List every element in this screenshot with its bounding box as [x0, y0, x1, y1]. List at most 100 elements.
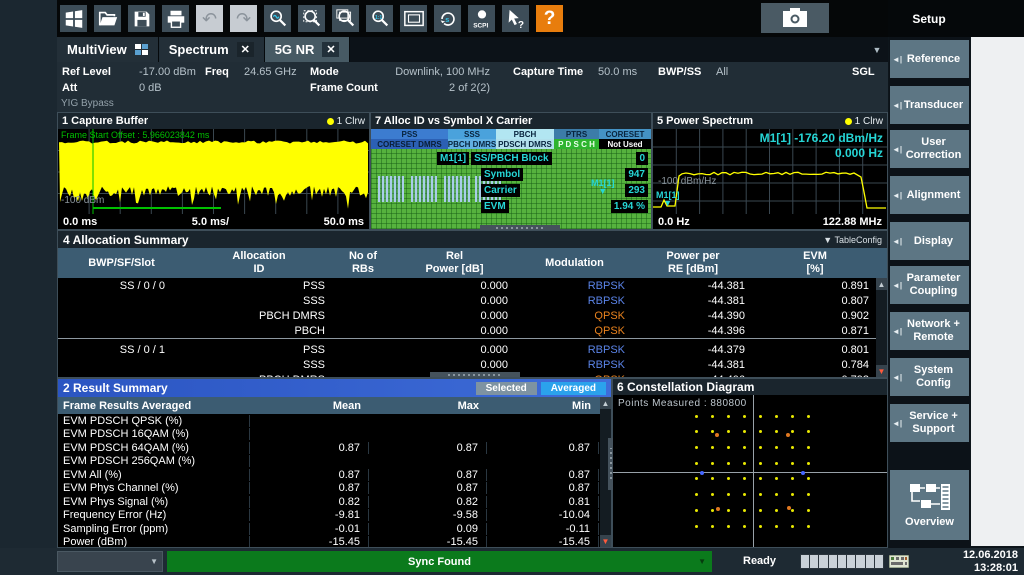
tab-spectrum[interactable]: Spectrum ✕: [159, 37, 265, 62]
result-row[interactable]: EVM Phys Signal (%)0.820.820.81: [58, 495, 611, 509]
softkey-label: Alignment: [907, 189, 961, 202]
close-icon[interactable]: ✕: [237, 42, 254, 57]
scroll-up-icon[interactable]: ▲: [876, 278, 887, 290]
softkey-alignment[interactable]: ◄|Alignment: [890, 176, 969, 214]
redo-icon[interactable]: ↷: [230, 5, 257, 32]
softkey-user-correction[interactable]: ◄|User Correction: [890, 130, 969, 168]
panel-title-bar[interactable]: 5 Power Spectrum 1 Clrw: [653, 113, 887, 129]
alloc-grid-plot[interactable]: M1[1] SS/PBCH Block 0 Symbol 947 Carrier…: [371, 149, 651, 229]
averaged-button[interactable]: Averaged: [541, 382, 606, 395]
level-gridline-label: -100 dBm: [61, 195, 104, 206]
allocation-row[interactable]: SS / 0 / 1PSS0.000RBPSK-44.3790.801: [58, 342, 887, 357]
tab-5g-nr[interactable]: 5G NR ✕: [265, 37, 351, 62]
constellation-point: [727, 509, 730, 512]
result-row[interactable]: EVM All (%)0.870.870.87: [58, 468, 611, 482]
cell: 0.891: [753, 280, 877, 292]
sync-status-bar[interactable]: Sync Found ▼: [167, 551, 712, 572]
panel-title-bar[interactable]: 1 Capture Buffer 1 Clrw: [58, 113, 369, 129]
constellation-point: [807, 509, 810, 512]
scroll-down-icon[interactable]: ▼: [600, 535, 611, 547]
svg-text:?: ?: [517, 20, 523, 30]
marker-flag[interactable]: M1[1]▼: [656, 191, 680, 207]
panel-title-bar[interactable]: 7 Alloc ID vs Symbol X Carrier: [371, 113, 651, 129]
constellation-point: [807, 525, 810, 528]
save-icon[interactable]: [128, 5, 155, 32]
softkey-display[interactable]: ◄|Display: [890, 222, 969, 260]
column-header[interactable]: Min: [487, 400, 599, 412]
panel-title-bar[interactable]: 4 Allocation Summary ▼ TableConfig: [58, 231, 887, 248]
panel-title-bar[interactable]: 6 Constellation Diagram: [613, 379, 887, 395]
open-file-icon[interactable]: [94, 5, 121, 32]
marker-flag[interactable]: M1[1]▼: [591, 179, 615, 195]
scroll-down-icon[interactable]: ▼: [876, 365, 887, 377]
softkey-transducer[interactable]: ◄|Transducer: [890, 86, 969, 124]
column-header[interactable]: Mean: [250, 400, 369, 412]
setting-value[interactable]: Downlink, 100 MHz: [57, 66, 490, 78]
setting-value[interactable]: All: [716, 66, 728, 78]
softkey-system-config[interactable]: ◄|System Config: [890, 358, 969, 396]
allocation-row[interactable]: PBCH0.000QPSK-44.3960.871: [58, 323, 887, 339]
scroll-up-icon[interactable]: ▲: [600, 397, 611, 409]
result-row[interactable]: Power (dBm)-15.45-15.45-15.45: [58, 536, 611, 549]
allocation-table-scrollbar[interactable]: ▲ ▼: [876, 278, 887, 377]
allocation-row[interactable]: SSS0.000RBPSK-44.3810.807: [58, 293, 887, 308]
sequencer-icon[interactable]: s: [434, 5, 461, 32]
allocation-row[interactable]: SS / 0 / 0PSS0.000RBPSK-44.3810.891: [58, 278, 887, 293]
splitter-handle[interactable]: [430, 372, 520, 377]
zoom-trace-icon[interactable]: [264, 5, 291, 32]
help-icon[interactable]: ?: [536, 5, 563, 32]
context-help-icon[interactable]: ?: [502, 5, 529, 32]
keyboard-icon[interactable]: [889, 555, 909, 573]
result-row[interactable]: EVM PDSCH 256QAM (%): [58, 455, 611, 469]
undo-icon[interactable]: ↶: [196, 5, 223, 32]
scpi-recorder-icon[interactable]: SCPI: [468, 5, 495, 32]
softkey-parameter-coupling[interactable]: ◄|Parameter Coupling: [890, 266, 969, 304]
allocation-table-header: BWP/SF/SlotAllocationIDNo ofRBsRelPower …: [58, 248, 887, 278]
column-header[interactable]: No ofRBs: [333, 250, 393, 276]
close-icon[interactable]: ✕: [322, 42, 339, 57]
capture-buffer-plot[interactable]: Frame Start Offset : 5.966023842 ms -100…: [58, 129, 369, 215]
column-header[interactable]: Frame Results Averaged: [58, 400, 250, 412]
windows-start-icon[interactable]: [60, 5, 87, 32]
column-header[interactable]: BWP/SF/Slot: [58, 257, 185, 270]
column-header[interactable]: RelPower [dB]: [393, 250, 516, 276]
setting-value[interactable]: 50.0 ms: [598, 66, 637, 78]
allocation-summary-panel: 4 Allocation Summary ▼ TableConfig BWP/S…: [57, 230, 888, 378]
column-header[interactable]: AllocationID: [185, 250, 333, 276]
status-dropdown[interactable]: ▼: [57, 551, 163, 572]
softkey-network-remote[interactable]: ◄|Network + Remote: [890, 312, 969, 350]
overview-button[interactable]: Overview: [890, 470, 969, 540]
cell: 0.000: [393, 280, 516, 292]
column-header[interactable]: Power perRE [dBm]: [633, 250, 753, 276]
column-header[interactable]: Modulation: [516, 257, 633, 270]
allocation-row[interactable]: SSS0.000RBPSK-44.3810.784: [58, 357, 887, 372]
tab-list-dropdown[interactable]: ▼: [866, 37, 888, 62]
power-spectrum-plot[interactable]: M1[1] -176.20 dBm/Hz 0.000 Hz -100 dBm/H…: [653, 129, 887, 215]
splitter-handle[interactable]: [608, 438, 613, 490]
result-row[interactable]: EVM PDSCH 64QAM (%)0.870.870.87: [58, 441, 611, 455]
column-header[interactable]: Max: [369, 400, 487, 412]
constellation-plot[interactable]: Points Measured : 880800: [613, 395, 887, 547]
screenshot-camera-button[interactable]: [761, 3, 829, 33]
table-config-button[interactable]: ▼ TableConfig: [823, 235, 882, 245]
zoom-selection-icon[interactable]: [298, 5, 325, 32]
print-icon[interactable]: [162, 5, 189, 32]
result-row[interactable]: EVM PDSCH 16QAM (%): [58, 428, 611, 442]
splitter-handle[interactable]: [480, 225, 560, 230]
setting-value[interactable]: 2 of 2(2): [57, 82, 490, 94]
panel-title-bar[interactable]: 2 Result Summary Selected Averaged: [58, 379, 611, 397]
softkey-service-support[interactable]: ◄|Service + Support: [890, 404, 969, 442]
multi-window-zoom-icon[interactable]: [332, 5, 359, 32]
result-row[interactable]: EVM PDSCH QPSK (%): [58, 414, 611, 428]
allocation-row[interactable]: PBCH DMRS0.000QPSK-44.3900.902: [58, 308, 887, 323]
result-row[interactable]: Frequency Error (Hz)-9.81-9.58-10.04: [58, 509, 611, 523]
tab-multiview[interactable]: MultiView: [57, 37, 159, 62]
selected-button[interactable]: Selected: [476, 382, 537, 395]
display-area-icon[interactable]: [400, 5, 427, 32]
softkey-reference[interactable]: ◄|Reference: [890, 40, 969, 78]
result-row[interactable]: EVM Phys Channel (%)0.870.870.87: [58, 482, 611, 496]
panel-title: 2 Result Summary: [63, 381, 168, 395]
column-header[interactable]: EVM[%]: [753, 250, 877, 276]
zoom-1-1-icon[interactable]: 1:1: [366, 5, 393, 32]
result-row[interactable]: Sampling Error (ppm)-0.010.09-0.11: [58, 522, 611, 536]
